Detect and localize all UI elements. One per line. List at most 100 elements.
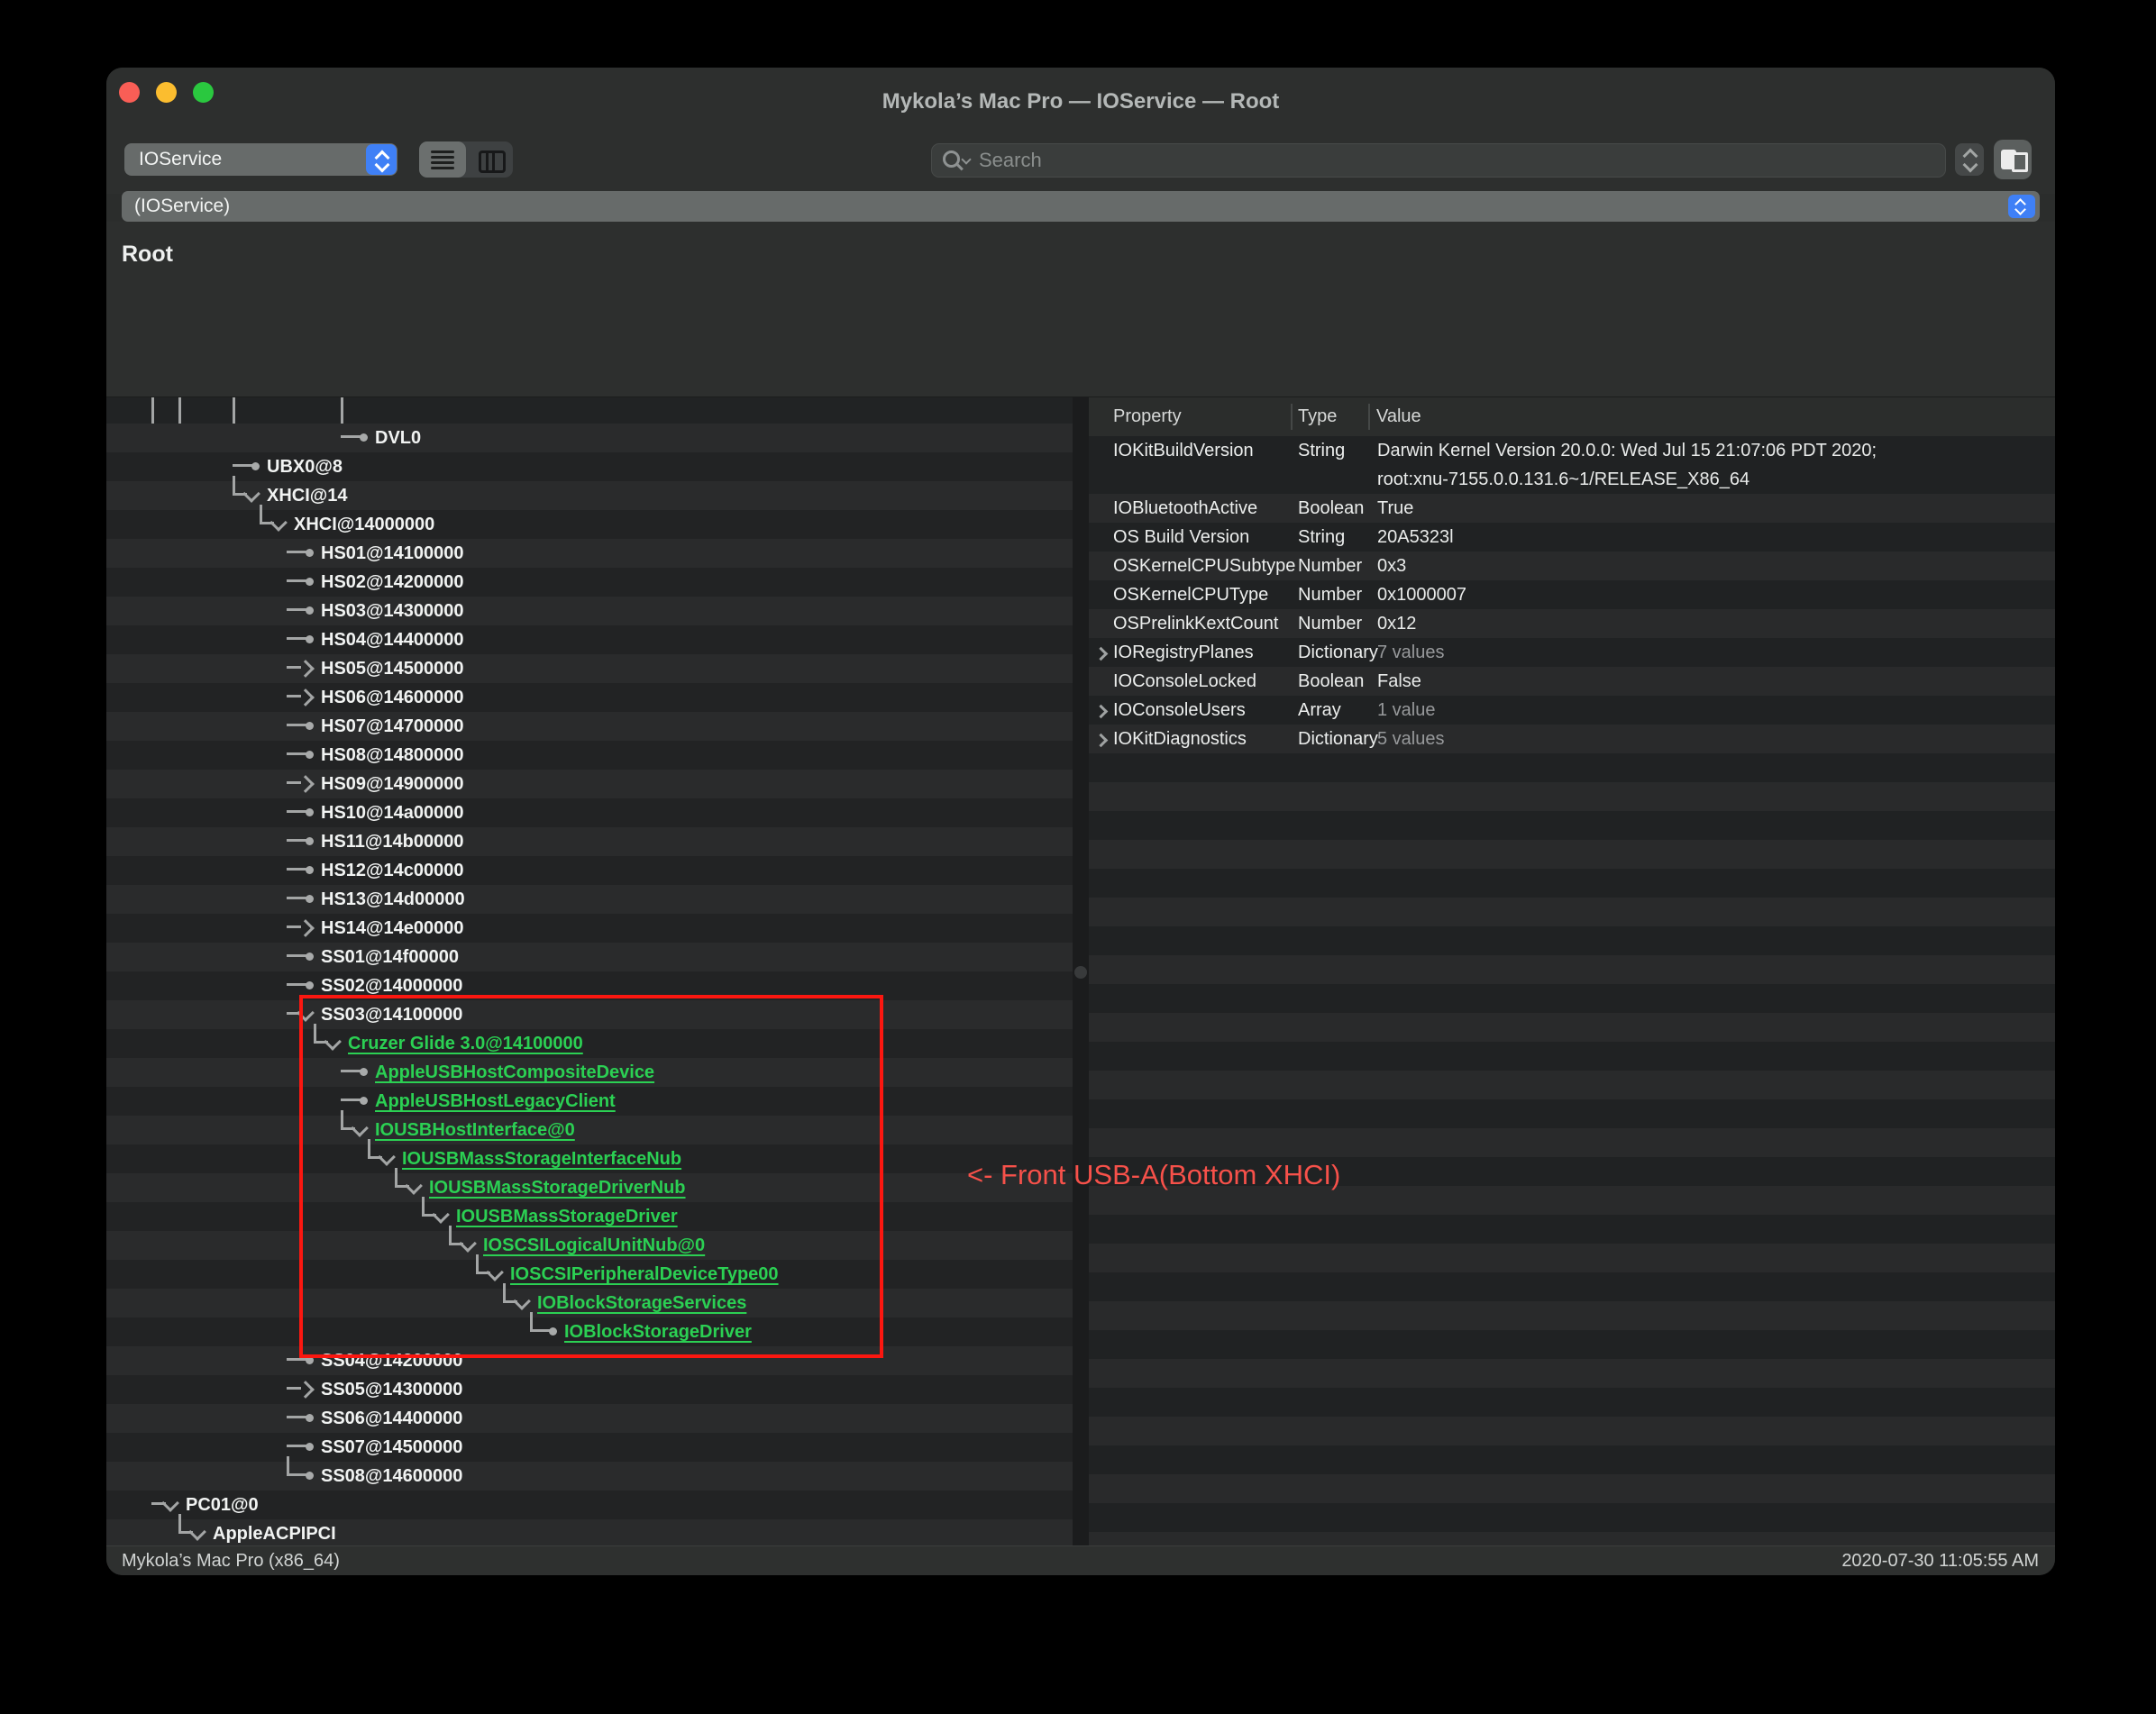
- sidebar-toggle-button[interactable]: [1994, 140, 2032, 179]
- column-divider[interactable]: [1291, 404, 1293, 430]
- tree-row-label[interactable]: UBX0@8: [267, 452, 343, 481]
- tree-row-label[interactable]: SS05@14300000: [321, 1375, 462, 1404]
- tree-row-label[interactable]: HS07@14700000: [321, 712, 464, 741]
- tree-row-label[interactable]: PC01@0: [186, 1491, 259, 1519]
- tree-row-label[interactable]: XHCI@14000000: [294, 510, 434, 539]
- branch-dot-icon: [306, 808, 314, 816]
- tree-row[interactable]: SS06@14400000: [106, 1404, 1073, 1433]
- empty-table-row: [1089, 1272, 2055, 1301]
- tree-row-label[interactable]: HS02@14200000: [321, 568, 464, 597]
- tree-row[interactable]: HS13@14d00000: [106, 885, 1073, 914]
- inspector-header: Root Class Inheritance: IORegistryEntry …: [106, 222, 2055, 397]
- stepper-down-icon: [1963, 158, 1978, 173]
- table-row[interactable]: OSKernelCPUTypeNumber0x1000007: [1089, 580, 2055, 609]
- tree-row[interactable]: HS10@14a00000: [106, 798, 1073, 827]
- tree-row[interactable]: HS07@14700000: [106, 712, 1073, 741]
- window-title: Mykola’s Mac Pro — IOService — Root: [106, 68, 2055, 135]
- tree-row-label[interactable]: HS13@14d00000: [321, 885, 465, 914]
- table-row[interactable]: IOKitDiagnosticsDictionary5 values: [1089, 725, 2055, 753]
- disclosure-chevron-icon: [242, 485, 260, 503]
- type-cell: Number: [1298, 609, 1362, 638]
- tree-row-label[interactable]: HS01@14100000: [321, 539, 464, 568]
- tree-row[interactable]: HS01@14100000: [106, 539, 1073, 568]
- titlebar[interactable]: Mykola’s Mac Pro — IOService — Root: [106, 68, 2055, 136]
- branch-dot-icon: [306, 578, 314, 586]
- tree-row[interactable]: SS01@14f00000: [106, 943, 1073, 971]
- tree-row[interactable]: PC01@0: [106, 1491, 1073, 1519]
- tree-row-label[interactable]: HS12@14c00000: [321, 856, 464, 885]
- branch-dot-icon: [251, 462, 260, 470]
- search-scope-chevron-icon: [961, 154, 971, 164]
- column-divider[interactable]: [1368, 404, 1370, 430]
- table-row[interactable]: IOConsoleUsersArray1 value: [1089, 696, 2055, 725]
- tree-row[interactable]: HS05@14500000: [106, 654, 1073, 683]
- plane-path-bar[interactable]: (IOService): [122, 191, 2040, 222]
- type-cell: String: [1298, 436, 1345, 465]
- search-input[interactable]: [977, 144, 1882, 177]
- tree-row-label[interactable]: HS03@14300000: [321, 597, 464, 625]
- tree-row[interactable]: DVL0: [106, 424, 1073, 452]
- tree-row-label[interactable]: HS08@14800000: [321, 741, 464, 770]
- splitter-handle-icon[interactable]: [1074, 966, 1087, 979]
- column-header-value[interactable]: Value: [1376, 397, 1421, 436]
- table-row[interactable]: OSKernelCPUSubtypeNumber0x3: [1089, 552, 2055, 580]
- tree-row[interactable]: HS08@14800000: [106, 741, 1073, 770]
- tree-row-label[interactable]: HS05@14500000: [321, 654, 464, 683]
- tree-row[interactable]: AppleACPIPCI: [106, 1519, 1073, 1546]
- value-cell: 1 value: [1377, 696, 1436, 725]
- column-header-property[interactable]: Property: [1113, 397, 1182, 436]
- plane-path-stepper-icon[interactable]: [2008, 195, 2035, 218]
- column-header-type[interactable]: Type: [1298, 397, 1337, 436]
- tree-row[interactable]: HS06@14600000: [106, 683, 1073, 712]
- tree-row[interactable]: XHCI@14000000: [106, 510, 1073, 539]
- tree-row[interactable]: SS05@14300000: [106, 1375, 1073, 1404]
- tree-row[interactable]: HS03@14300000: [106, 597, 1073, 625]
- tree-row[interactable]: HS09@14900000: [106, 770, 1073, 798]
- tree-row[interactable]: HS02@14200000: [106, 568, 1073, 597]
- tree-row[interactable]: XHCI@14: [106, 481, 1073, 510]
- disclosure-chevron-icon[interactable]: [1094, 705, 1109, 719]
- search-field[interactable]: [931, 143, 1946, 178]
- tree-row-label[interactable]: HS06@14600000: [321, 683, 464, 712]
- tree-row-label[interactable]: HS04@14400000: [321, 625, 464, 654]
- table-row[interactable]: IOBluetoothActiveBooleanTrue: [1089, 494, 2055, 523]
- value-cell: 7 values: [1377, 638, 1445, 667]
- tree-row-label[interactable]: HS09@14900000: [321, 770, 464, 798]
- tree-row-label[interactable]: HS14@14e00000: [321, 914, 464, 943]
- tree-row-label[interactable]: XHCI@14: [267, 481, 348, 510]
- list-view-button[interactable]: [419, 141, 466, 178]
- toolbar-stepper[interactable]: [1955, 143, 1984, 176]
- tree-row[interactable]: HS11@14b00000: [106, 827, 1073, 856]
- empty-table-row: [1089, 926, 2055, 955]
- table-row[interactable]: OSPrelinkKextCountNumber0x12: [1089, 609, 2055, 638]
- tree-row-label[interactable]: HS10@14a00000: [321, 798, 464, 827]
- tree-row[interactable]: SS07@14500000: [106, 1433, 1073, 1462]
- property-table-header[interactable]: Property Type Value: [1089, 397, 2055, 437]
- branch-dot-icon: [306, 1414, 314, 1422]
- tree-row-label[interactable]: SS08@14600000: [321, 1462, 462, 1491]
- tree-row-label[interactable]: DVL0: [375, 424, 421, 452]
- tree-row-label[interactable]: AppleACPIPCI: [213, 1519, 336, 1546]
- tree-row[interactable]: HS04@14400000: [106, 625, 1073, 654]
- plane-selector-value: IOService: [139, 143, 222, 176]
- column-view-button[interactable]: [466, 141, 513, 178]
- tree-row-label[interactable]: SS06@14400000: [321, 1404, 462, 1433]
- tree-row-label[interactable]: HS11@14b00000: [321, 827, 464, 856]
- tree-row[interactable]: UBX0@8: [106, 452, 1073, 481]
- disclosure-chevron-icon: [188, 1523, 206, 1541]
- plane-selector[interactable]: IOService: [124, 143, 397, 176]
- table-row[interactable]: IOConsoleLockedBooleanFalse: [1089, 667, 2055, 696]
- table-row[interactable]: OS Build VersionString20A5323l: [1089, 523, 2055, 552]
- disclosure-chevron-icon[interactable]: [1094, 647, 1109, 661]
- tree-row-label[interactable]: SS07@14500000: [321, 1433, 462, 1462]
- table-row[interactable]: IORegistryPlanesDictionary7 values: [1089, 638, 2055, 667]
- tree-row[interactable]: HS12@14c00000: [106, 856, 1073, 885]
- table-row[interactable]: IOKitBuildVersionStringDarwin Kernel Ver…: [1089, 436, 2055, 494]
- pane-splitter[interactable]: [1073, 397, 1089, 1546]
- disclosure-chevron-icon[interactable]: [1094, 734, 1109, 748]
- tree-row[interactable]: HS14@14e00000: [106, 914, 1073, 943]
- tree-row-label[interactable]: SS01@14f00000: [321, 943, 459, 971]
- tree-row[interactable]: SS08@14600000: [106, 1462, 1073, 1491]
- view-mode-segmented-control: [419, 141, 513, 178]
- value-cell: False: [1377, 667, 1421, 696]
